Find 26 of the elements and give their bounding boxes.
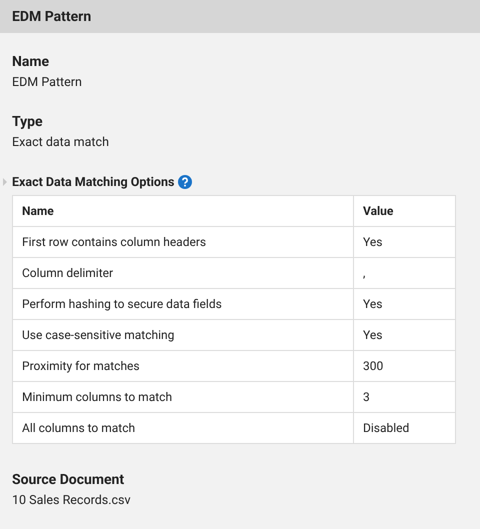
column-header: Value	[354, 196, 456, 226]
help-icon[interactable]	[178, 175, 192, 189]
table-cell: 300	[354, 350, 456, 382]
table-cell: All columns to match	[12, 412, 354, 444]
table-cell: Minimum columns to match	[12, 382, 354, 412]
field-label: Name	[12, 53, 50, 71]
table-cell: Yes	[354, 226, 456, 258]
table-cell: ,	[354, 258, 456, 288]
table-cell: First row contains column headers	[12, 226, 354, 258]
field-value: EDM Pattern	[12, 74, 82, 91]
field-value: 10 Sales Records.csv	[12, 492, 131, 509]
section-title: Exact Data Matching Options	[12, 174, 174, 190]
column-header: Name	[12, 196, 354, 226]
page-title: EDM Pattern	[12, 8, 92, 24]
table-cell: Proximity for matches	[12, 350, 354, 382]
field-label: Type	[12, 113, 43, 131]
table-cell: Perform hashing to secure data fields	[12, 288, 354, 320]
table-cell: Use case-sensitive matching	[12, 320, 354, 350]
field-value: Exact data match	[12, 134, 109, 151]
table-cell: Column delimiter	[12, 258, 354, 288]
caret-icon	[3, 178, 7, 186]
table-cell: 3	[354, 382, 456, 412]
table-cell: Yes	[354, 288, 456, 320]
table-cell: Yes	[354, 320, 456, 350]
table-cell: Disabled	[354, 412, 456, 444]
field-label: Source Document	[12, 471, 124, 489]
